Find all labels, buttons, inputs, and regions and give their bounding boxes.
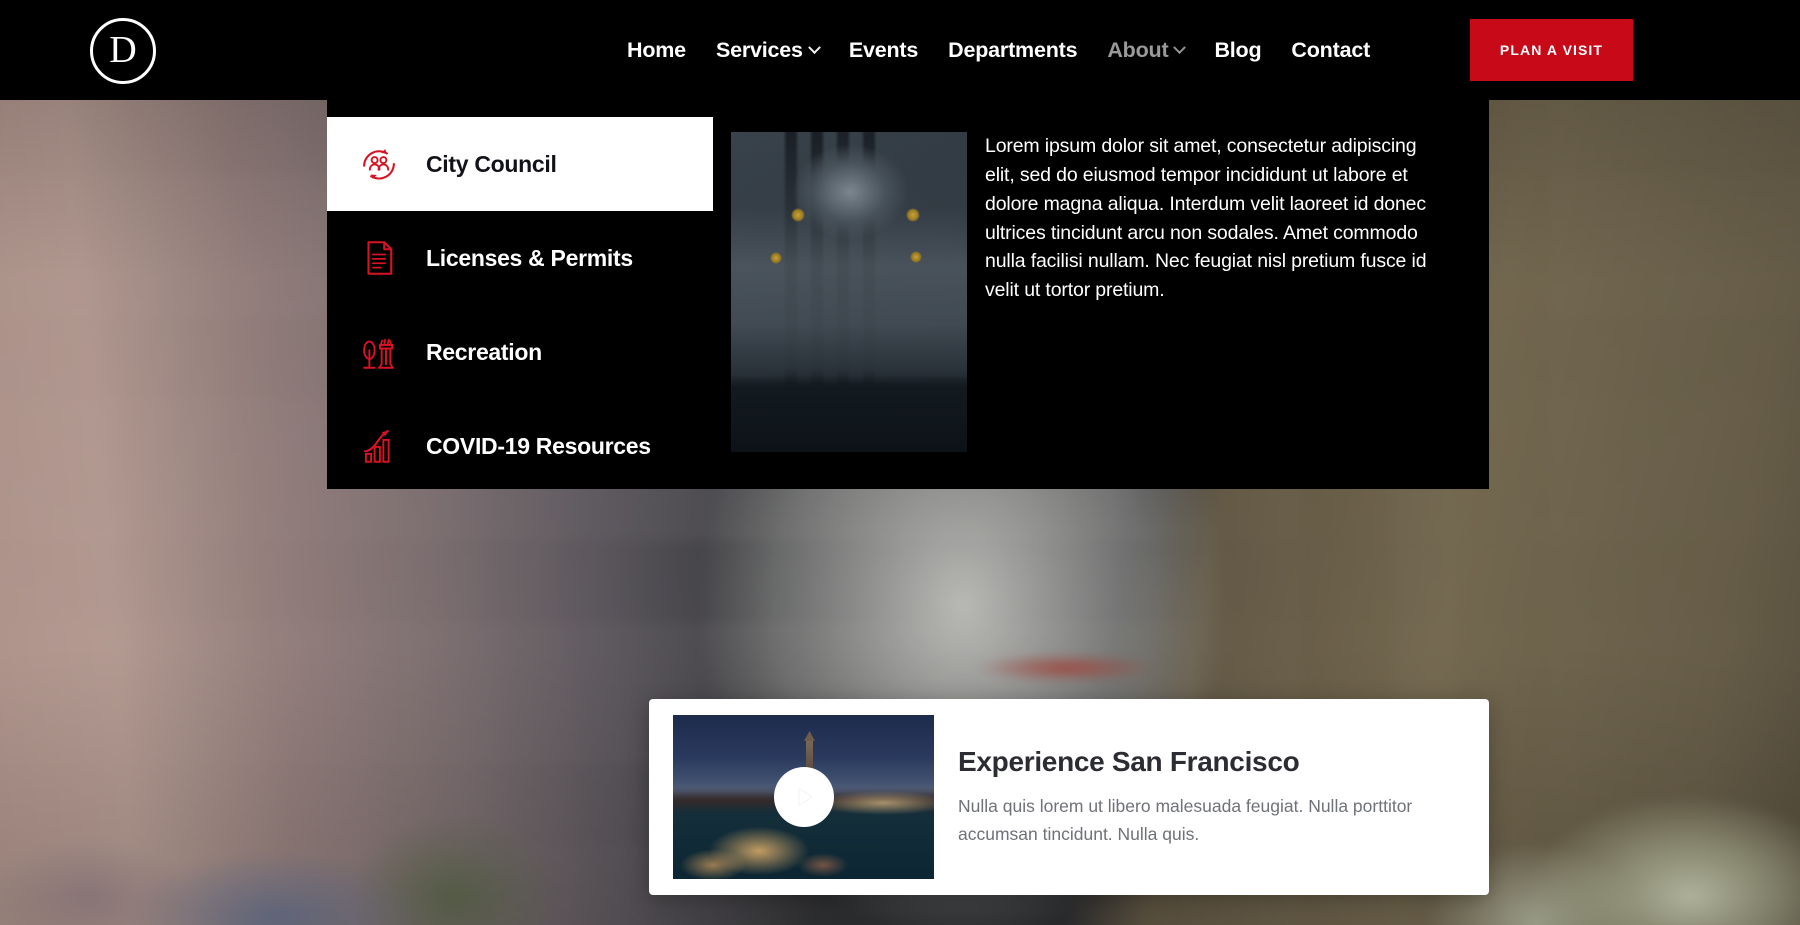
mega-menu-list: City Council Licenses & Permits: [327, 100, 713, 489]
page-root: D Home Services Events Departments About…: [0, 0, 1800, 925]
bar-chart-arrow-icon: [358, 424, 400, 468]
nav-item-contact[interactable]: Contact: [1276, 0, 1385, 100]
video-card-description: Nulla quis lorem ut libero malesuada feu…: [958, 792, 1428, 849]
about-mega-dropdown: City Council Licenses & Permits: [327, 100, 1489, 489]
mega-item-licenses-permits[interactable]: Licenses & Permits: [327, 211, 713, 305]
video-promo-card: Experience San Francisco Nulla quis lore…: [649, 699, 1489, 895]
nav-label: Departments: [948, 38, 1077, 63]
mega-item-city-council[interactable]: City Council: [327, 117, 713, 211]
nav-item-home[interactable]: Home: [612, 0, 701, 100]
nav-item-departments[interactable]: Departments: [933, 0, 1092, 100]
mega-item-label: Recreation: [426, 339, 542, 366]
nav-item-events[interactable]: Events: [834, 0, 933, 100]
play-icon: [791, 784, 817, 810]
mega-item-covid-19-resources[interactable]: COVID-19 Resources: [327, 399, 713, 493]
park-tree-icon: [358, 330, 400, 374]
mega-feature-image: [731, 132, 967, 452]
chevron-down-icon: [808, 41, 821, 54]
site-header: D Home Services Events Departments About…: [0, 0, 1800, 100]
nav-label: Home: [627, 38, 686, 63]
plan-a-visit-button[interactable]: PLAN A VISIT: [1470, 19, 1633, 81]
mega-body-paragraph: Lorem ipsum dolor sit amet, consectetur …: [985, 132, 1440, 305]
nav-label: About: [1107, 38, 1168, 63]
mega-item-label: COVID-19 Resources: [426, 433, 651, 460]
nav-item-blog[interactable]: Blog: [1199, 0, 1276, 100]
nav-label: Events: [849, 38, 918, 63]
nav-item-services[interactable]: Services: [701, 0, 834, 100]
nav-label: Contact: [1291, 38, 1370, 63]
mega-feature-text: Lorem ipsum dolor sit amet, consectetur …: [985, 132, 1489, 489]
document-lines-icon: [358, 236, 400, 280]
video-card-title: Experience San Francisco: [958, 746, 1455, 778]
nav-label: Services: [716, 38, 803, 63]
chevron-down-icon: [1174, 41, 1187, 54]
mega-item-label: City Council: [426, 151, 557, 178]
people-cycle-icon: [358, 142, 400, 186]
main-navigation: Home Services Events Departments About B…: [612, 0, 1385, 100]
play-button[interactable]: [774, 767, 834, 827]
nav-label: Blog: [1214, 38, 1261, 63]
video-thumbnail[interactable]: [673, 715, 934, 879]
logo-letter: D: [109, 31, 136, 69]
mega-menu-feature: Lorem ipsum dolor sit amet, consectetur …: [713, 100, 1489, 489]
video-card-copy: Experience San Francisco Nulla quis lore…: [958, 746, 1465, 849]
site-logo[interactable]: D: [90, 18, 156, 84]
mega-item-recreation[interactable]: Recreation: [327, 305, 713, 399]
cathedral-photo: [731, 132, 967, 452]
mega-item-label: Licenses & Permits: [426, 245, 633, 272]
nav-item-about[interactable]: About: [1092, 0, 1199, 100]
